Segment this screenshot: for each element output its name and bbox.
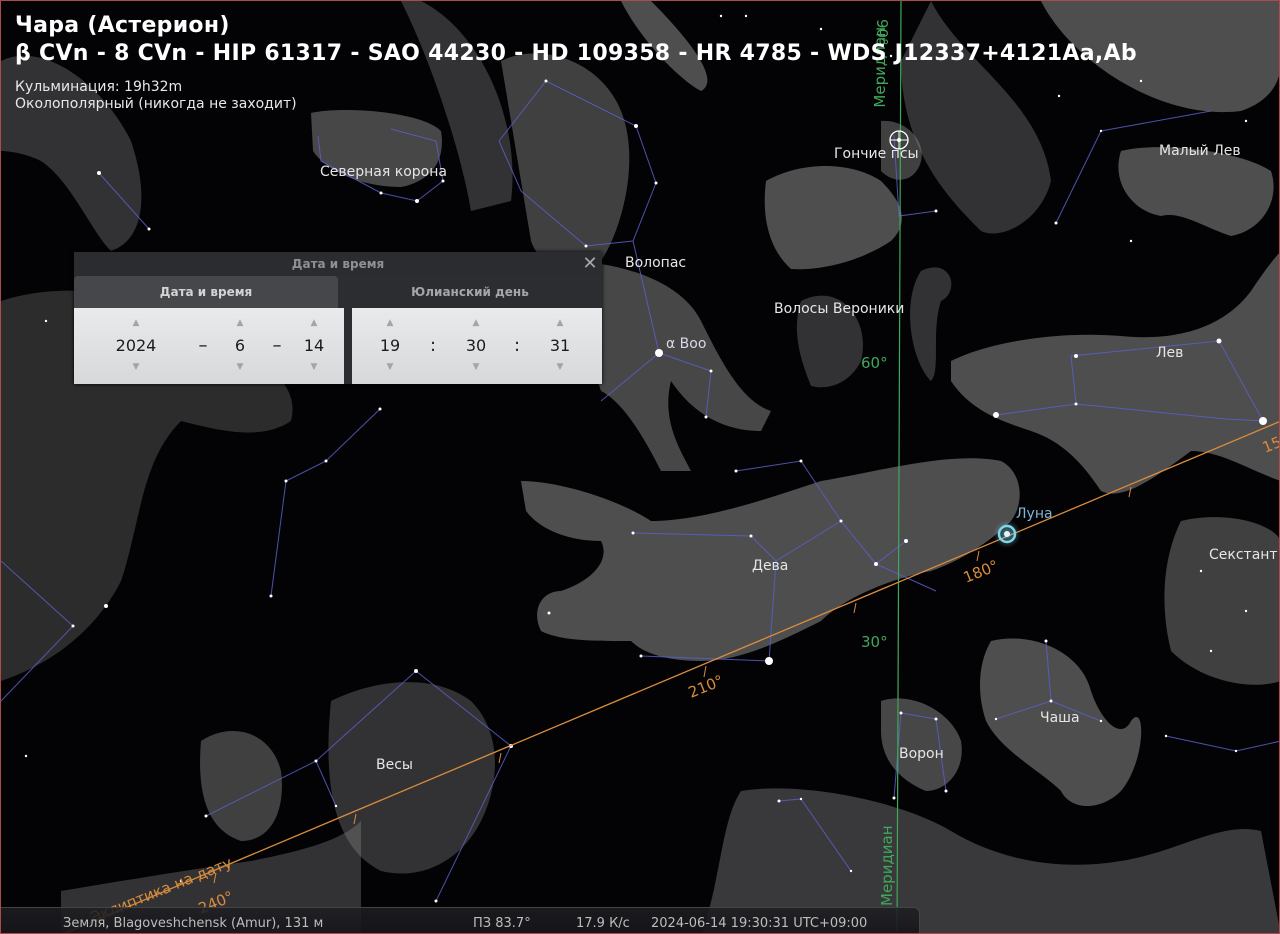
chevron-up-icon[interactable]: ▲ bbox=[106, 316, 166, 330]
time-separator: : bbox=[513, 335, 521, 356]
date-separator: – bbox=[272, 335, 282, 356]
chevron-down-icon[interactable]: ▼ bbox=[530, 360, 590, 374]
tab-julian-day[interactable]: Юлианский день bbox=[338, 276, 602, 308]
object-culmination: Кульминация: 19h32m bbox=[15, 79, 183, 95]
hour-spinner[interactable]: ▲ 19 ▼ bbox=[360, 308, 420, 384]
date-separator: – bbox=[198, 335, 208, 356]
label-dec-60: 60° bbox=[861, 354, 888, 372]
chevron-up-icon[interactable]: ▲ bbox=[446, 316, 506, 330]
label-corona-borealis: Северная корона bbox=[320, 164, 447, 180]
object-identifiers: β CVn - 8 CVn - HIP 61317 - SAO 44230 - … bbox=[15, 41, 1137, 66]
chevron-down-icon[interactable]: ▼ bbox=[446, 360, 506, 374]
label-alpha-boo: α Boo bbox=[666, 336, 706, 352]
tab-date-time[interactable]: Дата и время bbox=[74, 276, 338, 308]
status-fov: ПЗ 83.7° bbox=[473, 916, 531, 931]
label-corvus: Ворон bbox=[899, 746, 944, 762]
dialog-title[interactable]: Дата и время bbox=[74, 252, 602, 276]
chevron-up-icon[interactable]: ▲ bbox=[284, 316, 344, 330]
second-spinner[interactable]: ▲ 31 ▼ bbox=[530, 308, 590, 384]
label-bootes: Волопас bbox=[625, 255, 686, 271]
minute-value[interactable]: 30 bbox=[446, 336, 506, 356]
chevron-down-icon[interactable]: ▼ bbox=[284, 360, 344, 374]
ecliptic-line bbox=[64, 421, 1279, 933]
constellation-art bbox=[1, 1, 1279, 933]
label-dec-30: 30° bbox=[861, 633, 888, 651]
close-icon[interactable]: ✕ bbox=[582, 255, 598, 273]
object-circumpolar: Околополярный (никогда не заходит) bbox=[15, 96, 297, 112]
status-fps: 17.9 К/с bbox=[576, 916, 630, 931]
label-libra: Весы bbox=[376, 757, 413, 773]
chevron-down-icon[interactable]: ▼ bbox=[210, 360, 270, 374]
label-ecl-180: 180° bbox=[961, 556, 1001, 586]
object-title: Чара (Астерион) bbox=[15, 13, 230, 38]
label-ecl-210: 210° bbox=[686, 671, 726, 701]
time-separator: : bbox=[429, 335, 437, 356]
date-time-dialog: Дата и время ✕ Дата и время Юлианский де… bbox=[74, 252, 602, 384]
day-value[interactable]: 14 bbox=[284, 336, 344, 356]
label-moon: Луна bbox=[1016, 506, 1053, 522]
label-meridian-top: Меридиан bbox=[871, 27, 889, 108]
label-leo-minor: Малый Лев bbox=[1159, 143, 1241, 159]
status-bar: Земля, Blagoveshchensk (Amur), 131 м ПЗ … bbox=[1, 907, 920, 933]
year-spinner[interactable]: ▲ 2024 ▼ bbox=[106, 308, 166, 384]
label-canes-venatici: Гончие псы bbox=[834, 146, 919, 162]
hour-value[interactable]: 19 bbox=[360, 336, 420, 356]
chevron-down-icon[interactable]: ▼ bbox=[360, 360, 420, 374]
chevron-down-icon[interactable]: ▼ bbox=[106, 360, 166, 374]
second-value[interactable]: 31 bbox=[530, 336, 590, 356]
minute-spinner[interactable]: ▲ 30 ▼ bbox=[446, 308, 506, 384]
label-leo: Лев bbox=[1156, 345, 1183, 361]
label-crater: Чаша bbox=[1040, 710, 1080, 726]
label-meridian-bottom: Меридиан bbox=[878, 825, 896, 906]
label-sextans: Секстант bbox=[1209, 547, 1278, 563]
month-spinner[interactable]: ▲ 6 ▼ bbox=[210, 308, 270, 384]
month-value[interactable]: 6 bbox=[210, 336, 270, 356]
status-datetime[interactable]: 2024-06-14 19:30:31 UTC+09:00 bbox=[651, 916, 867, 931]
chevron-up-icon[interactable]: ▲ bbox=[360, 316, 420, 330]
time-spinner-panel: ▲ 19 ▼ : ▲ 30 ▼ : ▲ 31 ▼ bbox=[352, 308, 602, 384]
moon-marker[interactable] bbox=[993, 520, 1021, 548]
date-spinner-panel: ▲ 2024 ▼ – ▲ 6 ▼ – ▲ 14 ▼ bbox=[74, 308, 344, 384]
sky-view[interactable]: Северная корона Гончие псы Малый Лев Вол… bbox=[0, 0, 1280, 934]
sky-canvas[interactable]: Северная корона Гончие псы Малый Лев Вол… bbox=[1, 1, 1280, 934]
status-location[interactable]: Земля, Blagoveshchensk (Amur), 131 м bbox=[63, 916, 323, 931]
year-value[interactable]: 2024 bbox=[106, 336, 166, 356]
day-spinner[interactable]: ▲ 14 ▼ bbox=[284, 308, 344, 384]
label-virgo: Дева bbox=[752, 558, 788, 574]
label-coma-berenices: Волосы Вероники bbox=[774, 301, 904, 317]
chevron-up-icon[interactable]: ▲ bbox=[530, 316, 590, 330]
chevron-up-icon[interactable]: ▲ bbox=[210, 316, 270, 330]
